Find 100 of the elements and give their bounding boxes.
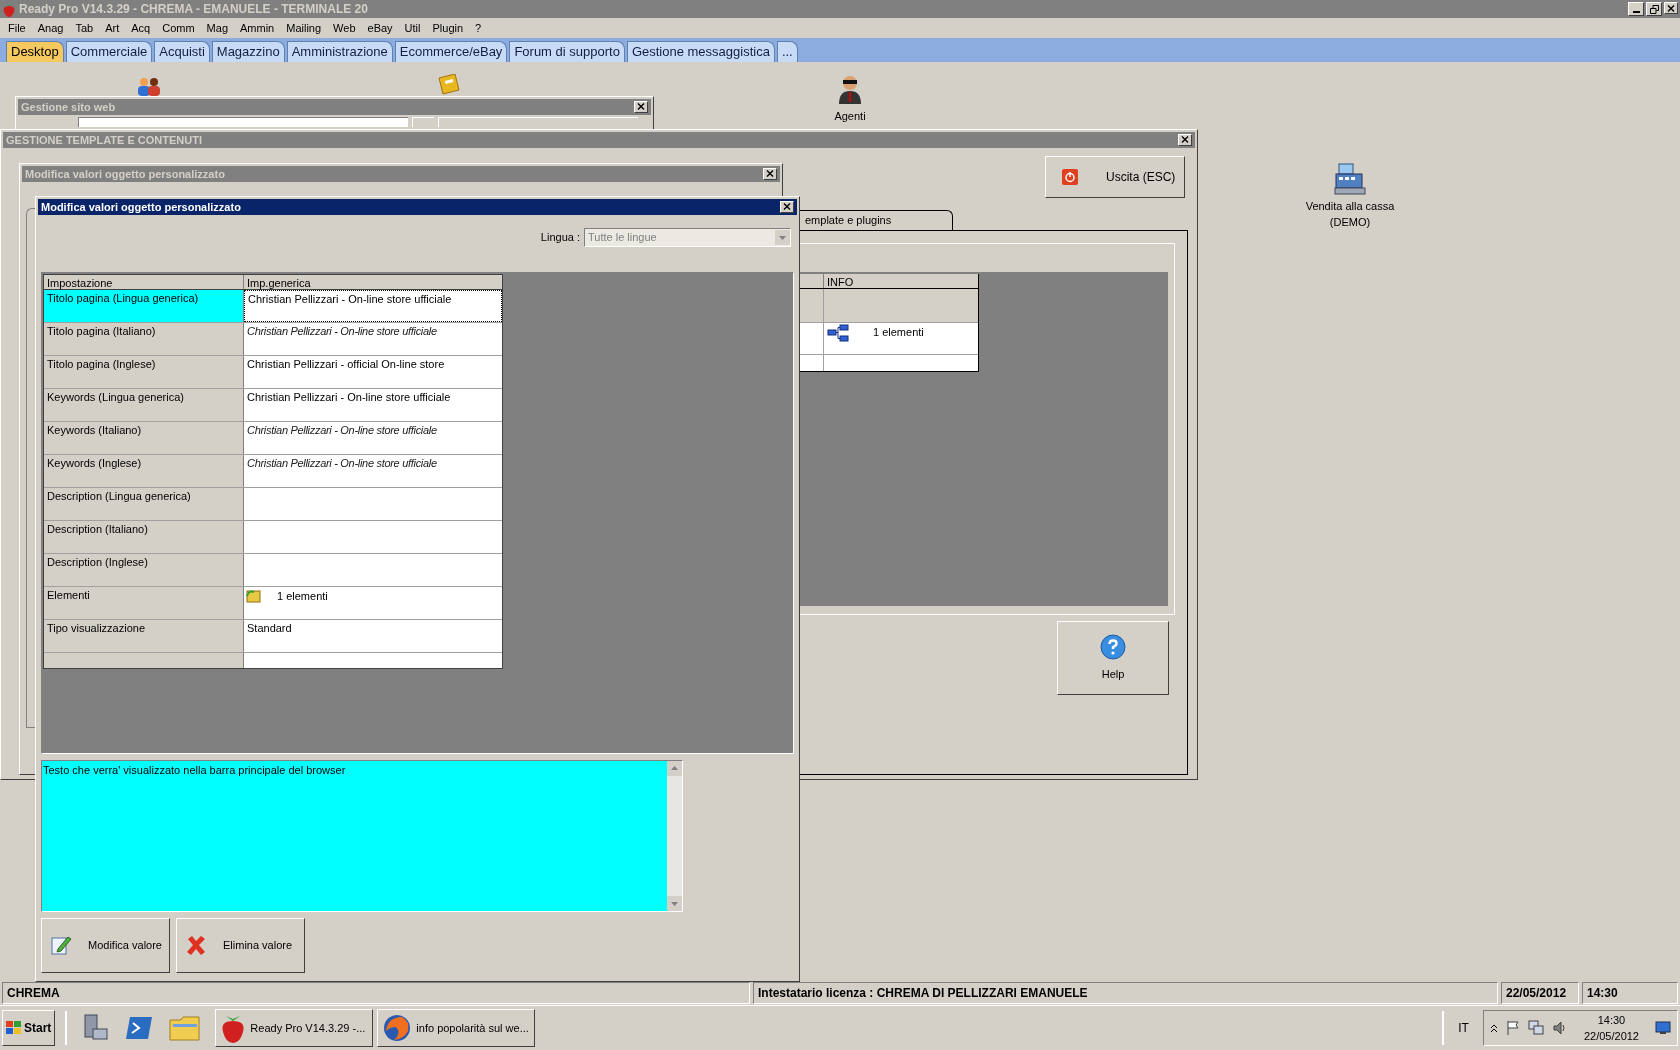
table-cell[interactable]: Description (Lingua generica) (44, 487, 244, 520)
close-icon (1181, 136, 1189, 144)
menu-item[interactable]: Plugin (426, 19, 470, 37)
agent-icon (838, 73, 862, 104)
menu-item[interactable]: Acq (125, 19, 157, 37)
table-cell: Christian Pellizzari - On-line store ufficiale (244, 289, 502, 322)
taskbar-button[interactable]: info popolarità sul we... (377, 1009, 536, 1048)
exit-button[interactable]: Uscita (ESC) (1045, 155, 1185, 198)
window-title: Gestione sito web (21, 99, 116, 115)
close-button[interactable] (763, 167, 777, 180)
minimize-icon (1632, 11, 1640, 13)
table-cell[interactable]: Keywords (Italiano) (44, 421, 244, 454)
column-header: Imp.generica (246, 275, 312, 289)
window-title: Modifica valori oggetto personalizzato (41, 199, 241, 215)
table-cell-text: Christian Pellizzari - On-line store ufficiale (246, 389, 452, 405)
close-button[interactable] (780, 200, 794, 213)
close-button[interactable] (634, 100, 648, 113)
restore-button[interactable] (1646, 2, 1662, 16)
help-button[interactable]: Help (1057, 620, 1169, 695)
close-icon (766, 170, 774, 178)
edit-button[interactable]: Modifica valore (41, 917, 170, 973)
scrollbar[interactable] (667, 760, 682, 911)
tab[interactable]: Commerciale (65, 40, 153, 62)
tab[interactable]: Magazzino (211, 40, 285, 62)
menu-item[interactable]: Mag (200, 19, 234, 37)
help-icon (1100, 633, 1126, 660)
status-field: 14:30 (1582, 982, 1678, 1005)
tab[interactable]: emplate e plugins (798, 209, 953, 230)
pencil-note-icon (50, 934, 72, 957)
clock-time: 14:30 (1597, 1012, 1626, 1028)
speaker-icon (1551, 1020, 1568, 1037)
desktop-icon-label[interactable]: Vendita alla cassa (DEMO) (1295, 197, 1405, 230)
table-cell-text: 1 elementi (873, 324, 924, 340)
clock-date: 22/05/2012 (1583, 1029, 1639, 1045)
status-field: Intestatario licenza : CHREMA DI PELLIZZARI EMANUELE (753, 982, 1498, 1005)
table-cell-text: Christian Pellizzari - official On-line store (246, 356, 446, 372)
taskbar-button[interactable]: Ready Pro V14.3.29 -... (215, 1009, 374, 1048)
column-header: INFO (826, 274, 854, 288)
cash-register-icon (1333, 161, 1367, 196)
menu-item[interactable]: File (2, 19, 32, 37)
tab[interactable]: Ecommerce/eBay (394, 40, 508, 62)
table-cell[interactable]: Titolo pagina (Inglese) (44, 355, 244, 388)
close-button[interactable] (1664, 2, 1678, 14)
table-cell-text: Standard (246, 620, 293, 636)
menu-item[interactable]: Ammin (234, 19, 281, 37)
desktop-icon-label[interactable]: Agenti (834, 107, 866, 125)
menu-item[interactable]: Tab (69, 19, 100, 37)
folder-icon (169, 1014, 202, 1043)
table-cell-text: Christian Pellizzari - On-line store ufficiale (246, 323, 438, 339)
windows-logo-icon (6, 1021, 22, 1036)
table-cell[interactable]: Description (Inglese) (44, 553, 244, 586)
close-icon (637, 103, 645, 111)
menu-item[interactable]: Mailing (280, 19, 328, 37)
table-cell[interactable]: Keywords (Lingua generica) (44, 388, 244, 421)
table-cell[interactable]: Tipo visualizzazione (44, 619, 244, 652)
menu-item[interactable]: ? (469, 19, 488, 37)
window-title: Modifica valori oggetto personalizzato (25, 166, 225, 182)
tree-icon (827, 323, 849, 342)
language-indicator[interactable]: IT (1448, 1019, 1479, 1038)
column-header: Impostazione (44, 274, 244, 289)
table-cell[interactable]: Titolo pagina (Italiano) (44, 322, 244, 355)
tab[interactable]: Forum di supporto (509, 40, 625, 62)
close-icon (1667, 4, 1675, 12)
table-cell[interactable]: Titolo pagina (Lingua generica) (44, 289, 244, 322)
tab[interactable]: Amministrazione (286, 40, 393, 62)
table-cell-text: Christian Pellizzari - On-line store ufficiale (246, 422, 438, 438)
tab[interactable]: Gestione messaggistica (626, 40, 775, 62)
start-button[interactable]: Start (2, 1010, 56, 1047)
tab[interactable]: ... (776, 40, 798, 62)
minimize-button[interactable] (1628, 2, 1644, 16)
table-cell-text: Christian Pellizzari - On-line store ufficiale (246, 455, 438, 471)
window-title: Ready Pro V14.3.29 - CHREMA - EMANUELE - TERMINALE 20 (19, 1, 368, 18)
table-cell[interactable]: Elementi (44, 586, 244, 619)
delete-button[interactable]: Elimina valore (176, 917, 305, 973)
cross-icon (185, 934, 207, 957)
power-icon (1062, 168, 1078, 185)
powershell-icon (125, 1015, 154, 1042)
menu-item[interactable]: Comm (156, 19, 201, 37)
table-cell-text: 1 elementi (277, 588, 328, 604)
menu-item[interactable]: Art (99, 19, 126, 37)
folder-icon (246, 587, 261, 603)
menu-item[interactable]: Anag (31, 19, 70, 37)
tab[interactable]: Acquisti (154, 40, 210, 62)
network-icon (1527, 1020, 1544, 1037)
table-cell[interactable]: Keywords (Inglese) (44, 454, 244, 487)
menu-item[interactable]: Web (327, 19, 362, 37)
status-field: CHREMA (2, 982, 750, 1005)
table-cell[interactable]: Description (Italiano) (44, 520, 244, 553)
people-icon (136, 75, 162, 96)
close-button[interactable] (1178, 133, 1192, 146)
tab[interactable]: Desktop (6, 40, 64, 62)
close-icon (783, 203, 791, 211)
restore-icon (1649, 4, 1659, 14)
window-title: GESTIONE TEMPLATE E CONTENUTI (6, 132, 202, 148)
menu-item[interactable]: eBay (361, 19, 399, 37)
chevron-up-icon (1489, 1023, 1498, 1034)
menu-item[interactable]: Util (398, 19, 427, 37)
status-field: 22/05/2012 (1501, 982, 1579, 1005)
flag-icon (1505, 1020, 1520, 1037)
globe-icon (382, 1013, 413, 1044)
